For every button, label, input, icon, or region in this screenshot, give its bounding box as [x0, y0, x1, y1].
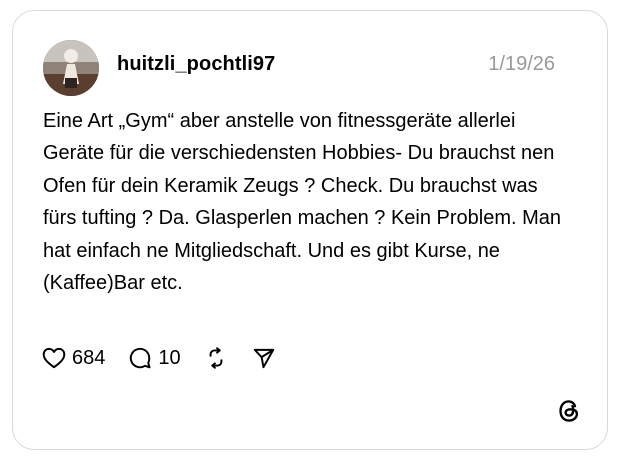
username[interactable]: huitzli_pochtli97 [117, 53, 275, 76]
comment-icon [127, 345, 153, 371]
post-card: huitzli_pochtli97 1/19/26 Eine Art „Gym“… [12, 10, 608, 450]
share-button[interactable] [251, 345, 277, 371]
threads-logo-icon [556, 398, 582, 424]
reply-count: 10 [158, 346, 181, 369]
post-date[interactable]: 1/19/26 [488, 53, 555, 76]
avatar[interactable] [43, 40, 99, 96]
reply-button[interactable]: 10 [127, 345, 181, 371]
action-bar: 684 10 [41, 341, 299, 375]
post-text: Eine Art „Gym“ aber anstelle von fitness… [43, 110, 562, 295]
repost-icon [203, 345, 229, 371]
like-count: 684 [72, 346, 106, 369]
heart-icon [41, 345, 67, 371]
repost-button[interactable] [203, 345, 229, 371]
like-button[interactable]: 684 [41, 345, 105, 371]
share-icon [251, 345, 277, 371]
